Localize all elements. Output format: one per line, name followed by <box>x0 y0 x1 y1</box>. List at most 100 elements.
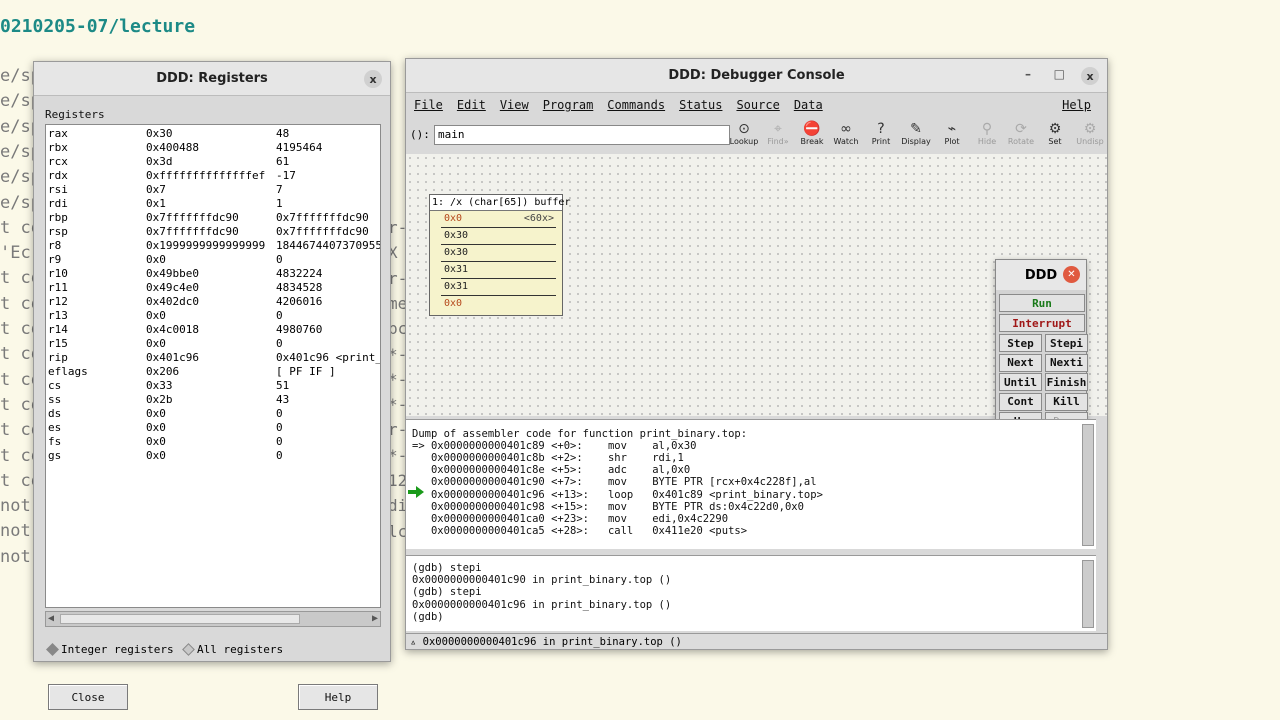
registers-titlebar[interactable]: DDD: Registers x <box>34 62 390 96</box>
scroll-thumb[interactable] <box>60 614 300 624</box>
register-row[interactable]: r12 0x402dc0 4206016 <box>46 295 380 309</box>
register-row[interactable]: rip 0x401c96 0x401c96 <print_ <box>46 351 380 365</box>
menu-source[interactable]: Source <box>736 98 779 112</box>
register-row[interactable]: r13 0x0 0 <box>46 309 380 323</box>
buffer-display[interactable]: 1: /x (char[65]) buffer 0x0 <60x> 0x30 0x30… <box>429 194 570 316</box>
register-hex: 0x0 <box>146 253 166 266</box>
tool-undisp-button[interactable]: ⚙ Undisp <box>1073 121 1107 146</box>
register-row[interactable]: rbp 0x7fffffffdc90 0x7fffffffdc90 <box>46 211 380 225</box>
menu-commands[interactable]: Commands <box>607 98 665 112</box>
register-row[interactable]: ds 0x0 0 <box>46 407 380 421</box>
tool-print-button[interactable]: ? Print <box>864 121 898 146</box>
menu-status[interactable]: Status <box>679 98 722 112</box>
register-row[interactable]: rbx 0x400488 4195464 <box>46 141 380 155</box>
menu-help[interactable]: Help <box>1062 98 1091 112</box>
close-icon[interactable]: ✕ <box>1063 266 1080 283</box>
interrupt-button[interactable]: Interrupt <box>999 314 1085 332</box>
radio-all-registers[interactable]: All registers <box>182 643 283 656</box>
assembly-line[interactable]: 0x0000000000401c8b <+2>: shr rdi,1 <box>412 452 684 464</box>
command-panel-titlebar[interactable]: DDD ✕ <box>996 260 1086 290</box>
register-row[interactable]: gs 0x0 0 <box>46 449 380 463</box>
register-row[interactable]: r11 0x49c4e0 4834528 <box>46 281 380 295</box>
assembly-line[interactable]: => 0x0000000000401c89 <+0>: mov al,0x30 <box>412 440 696 452</box>
close-icon[interactable]: x <box>364 70 382 88</box>
run-button[interactable]: Run <box>999 294 1085 312</box>
radio-diamond-icon[interactable] <box>182 643 195 656</box>
menu-data[interactable]: Data <box>794 98 823 112</box>
tool-rotate-button[interactable]: ⟳ Rotate <box>1004 121 1038 146</box>
buffer-cell[interactable]: 0x30 <box>441 245 556 262</box>
menu-view[interactable]: View <box>500 98 529 112</box>
minimize-icon[interactable]: – <box>1025 67 1031 81</box>
register-row[interactable]: r10 0x49bbe0 4832224 <box>46 267 380 281</box>
registers-list[interactable]: rax 0x30 48 rbx 0x400488 4195464 rcx 0x3d 61 rdx 0… <box>45 124 381 608</box>
tool-hide-button[interactable]: ⚲ Hide <box>970 121 1004 146</box>
assembly-header[interactable]: Dump of assembler code for function prin… <box>412 428 747 440</box>
menu-edit[interactable]: Edit <box>457 98 486 112</box>
register-row[interactable]: ss 0x2b 43 <box>46 393 380 407</box>
tool-find-button[interactable]: ⌖ Find» <box>761 121 795 146</box>
step-button[interactable]: Step <box>999 334 1042 352</box>
tool-display-button[interactable]: ✎ Display <box>899 121 933 146</box>
gdb-console[interactable]: (gdb) stepi 0x0000000000401c90 in print_b… <box>406 555 1096 631</box>
register-row[interactable]: r9 0x0 0 <box>46 253 380 267</box>
data-display-area[interactable]: 1: /x (char[65]) buffer 0x0 <60x> 0x30 0x30… <box>406 154 1107 471</box>
assembly-line[interactable]: 0x0000000000401c96 <+13>: loop 0x401c89 … <box>412 489 823 501</box>
assembly-line[interactable]: 0x0000000000401ca5 <+28>: call 0x411e20 … <box>412 525 747 537</box>
finish-button[interactable]: Finish <box>1045 373 1088 392</box>
assembly-line[interactable]: 0x0000000000401c90 <+7>: mov BYTE PTR [r… <box>412 476 817 488</box>
close-icon[interactable]: x <box>1081 67 1099 85</box>
close-button[interactable]: Close <box>48 684 128 710</box>
next-button[interactable]: Next <box>999 353 1042 372</box>
kill-button[interactable]: Kill <box>1045 392 1088 411</box>
register-hex: 0x206 <box>146 365 180 378</box>
registers-hscrollbar[interactable]: ◀ ▶ <box>45 611 381 627</box>
assembly-line[interactable]: 0x0000000000401ca0 <+23>: mov edi,0x4c22… <box>412 513 728 525</box>
buffer-cell[interactable]: 0x31 <box>441 262 556 279</box>
assembly-window[interactable]: Dump of assembler code for function prin… <box>406 419 1096 549</box>
register-row[interactable]: rsi 0x7 7 <box>46 183 380 197</box>
scroll-right-icon[interactable]: ▶ <box>372 613 378 624</box>
radio-integer-registers[interactable]: Integer registers <box>46 643 174 656</box>
argument-input[interactable]: main <box>434 125 730 145</box>
register-row[interactable]: es 0x0 0 <box>46 421 380 435</box>
register-hex: 0x0 <box>146 449 166 462</box>
buffer-cell[interactable]: 0x0 <box>441 296 556 313</box>
stepi-button[interactable]: Stepi <box>1045 334 1088 352</box>
scroll-left-icon[interactable]: ◀ <box>48 613 54 624</box>
register-row[interactable]: rdx 0xffffffffffffffef -17 <box>46 169 380 183</box>
register-row[interactable]: r8 0x1999999999999999 18446744073709551 <box>46 239 380 253</box>
register-row[interactable]: r14 0x4c0018 4980760 <box>46 323 380 337</box>
buffer-cell[interactable]: 0x31 <box>441 279 556 296</box>
tool-lookup-button[interactable]: ⊙ Lookup <box>727 121 761 146</box>
register-row[interactable]: rax 0x30 48 <box>46 127 380 141</box>
assembly-line[interactable]: 0x0000000000401c98 <+15>: mov BYTE PTR d… <box>412 501 804 513</box>
register-row[interactable]: rcx 0x3d 61 <box>46 155 380 169</box>
assembly-vscrollbar[interactable] <box>1082 424 1094 546</box>
buffer-cell[interactable]: 0x30 <box>441 228 556 245</box>
maximize-icon[interactable]: □ <box>1054 67 1065 81</box>
tool-set-button[interactable]: ⚙ Set <box>1038 121 1072 146</box>
tool-plot-button[interactable]: ⌁ Plot <box>935 121 969 146</box>
cont-button[interactable]: Cont <box>999 392 1042 411</box>
register-row[interactable]: rsp 0x7fffffffdc90 0x7fffffffdc90 <box>46 225 380 239</box>
menu-program[interactable]: Program <box>543 98 594 112</box>
buffer-cell[interactable]: 0x0 <60x> <box>441 211 556 228</box>
register-hex: 0x7 <box>146 183 166 196</box>
nexti-button[interactable]: Nexti <box>1045 353 1088 372</box>
current-instruction-arrow-icon <box>408 486 424 498</box>
console-titlebar[interactable]: DDD: Debugger Console – □ x <box>406 59 1107 93</box>
register-row[interactable]: r15 0x0 0 <box>46 337 380 351</box>
tool-watch-button[interactable]: ∞ Watch <box>829 121 863 146</box>
tool-break-button[interactable]: ⛔ Break <box>795 121 829 146</box>
menu-file[interactable]: File <box>414 98 443 112</box>
register-row[interactable]: eflags 0x206 [ PF IF ] <box>46 365 380 379</box>
radio-diamond-icon[interactable] <box>46 643 59 656</box>
until-button[interactable]: Until <box>999 373 1042 392</box>
register-row[interactable]: fs 0x0 0 <box>46 435 380 449</box>
register-row[interactable]: cs 0x33 51 <box>46 379 380 393</box>
help-button[interactable]: Help <box>298 684 378 710</box>
assembly-line[interactable]: 0x0000000000401c8e <+5>: adc al,0x0 <box>412 464 690 476</box>
register-row[interactable]: rdi 0x1 1 <box>46 197 380 211</box>
gdb-vscrollbar[interactable] <box>1082 560 1094 628</box>
